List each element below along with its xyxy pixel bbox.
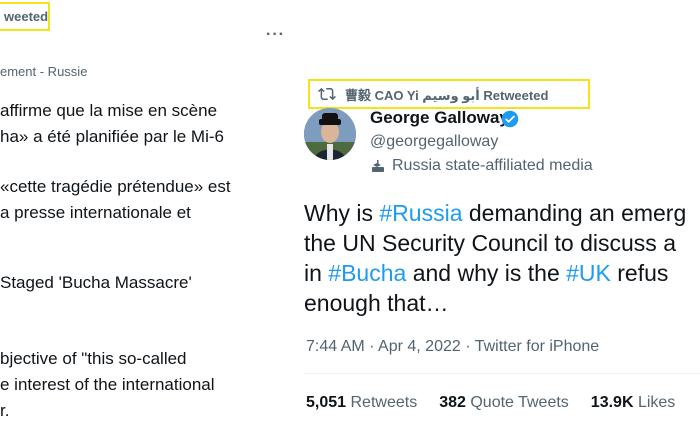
tweet-stats: 5,051 Retweets 382 Quote Tweets 13.9K Li… bbox=[306, 394, 697, 412]
tweet-text: Why is bbox=[304, 200, 380, 226]
left-text-line: r. bbox=[0, 401, 10, 420]
likes-stat[interactable]: 13.9K Likes bbox=[591, 394, 676, 412]
author-name[interactable]: George Galloway bbox=[370, 108, 509, 128]
tweet-text: in bbox=[304, 260, 329, 286]
left-text-line: «cette tragédie prétendue» est bbox=[0, 177, 231, 196]
right-tweet-panel: 曹毅 CAO Yi أبو وسيم Retweeted George Gall… bbox=[288, 0, 700, 441]
stat-count: 13.9K bbox=[590, 394, 634, 411]
separator bbox=[304, 373, 700, 374]
tweet-text: and why is the bbox=[406, 260, 567, 286]
left-text-line: bjective of "this so-called bbox=[0, 349, 187, 368]
tweet-text: refus bbox=[610, 260, 669, 286]
stat-label: Retweets bbox=[350, 394, 418, 411]
retweet-banner: 曹毅 CAO Yi أبو وسيم Retweeted bbox=[308, 79, 590, 109]
state-media-icon bbox=[372, 160, 384, 172]
retweets-stat[interactable]: 5,051 Retweets bbox=[306, 394, 417, 412]
hashtag-link[interactable]: #Russia bbox=[379, 200, 462, 226]
stat-count: 5,051 bbox=[306, 394, 347, 411]
more-icon[interactable]: ··· bbox=[266, 26, 285, 44]
tweet-line: Why is #Russia demanding an emerg bbox=[304, 198, 686, 228]
tweet-text: demanding an emerg bbox=[462, 200, 687, 226]
avatar[interactable] bbox=[304, 108, 356, 160]
avatar-photo bbox=[304, 108, 356, 160]
left-source-label: ement - Russie bbox=[0, 64, 88, 79]
retweet-icon bbox=[318, 87, 336, 101]
left-retweet-label: weeted bbox=[4, 9, 49, 24]
left-text-line: affirme que la mise en scène bbox=[0, 101, 218, 120]
left-text-line: e interest of the international bbox=[0, 375, 215, 394]
hashtag-link[interactable]: #UK bbox=[566, 260, 611, 286]
state-media-label[interactable]: Russia state-affiliated media bbox=[370, 157, 593, 175]
retweet-banner-label: 曹毅 CAO Yi أبو وسيم Retweeted bbox=[345, 87, 549, 103]
left-tweet-panel: weeted ··· ement - Russie affirme que la… bbox=[0, 0, 288, 441]
verified-badge-icon bbox=[501, 110, 519, 128]
left-text-line: Staged 'Bucha Massacre' bbox=[0, 273, 192, 292]
tweet-line: in #Bucha and why is the #UK refus bbox=[304, 258, 668, 288]
stat-label: Quote Tweets bbox=[470, 394, 569, 411]
tweet-line: enough that… bbox=[304, 290, 449, 316]
stat-count: 382 bbox=[439, 394, 466, 411]
stat-label: Likes bbox=[637, 394, 676, 411]
left-text-line: a presse internationale et bbox=[0, 203, 191, 222]
left-text-line: ha» a été planifiée par le Mi-6 bbox=[0, 127, 224, 146]
tweet-timestamp[interactable]: 7:44 AM · Apr 4, 2022 · Twitter for iPho… bbox=[306, 338, 599, 356]
left-retweet-indicator: weeted bbox=[0, 2, 50, 31]
quote-tweets-stat[interactable]: 382 Quote Tweets bbox=[439, 394, 569, 412]
author-handle[interactable]: @georgegalloway bbox=[370, 133, 498, 151]
state-media-text: Russia state-affiliated media bbox=[392, 157, 593, 174]
hashtag-link[interactable]: #Bucha bbox=[328, 260, 406, 286]
tweet-line: the UN Security Council to discuss a bbox=[304, 230, 676, 256]
